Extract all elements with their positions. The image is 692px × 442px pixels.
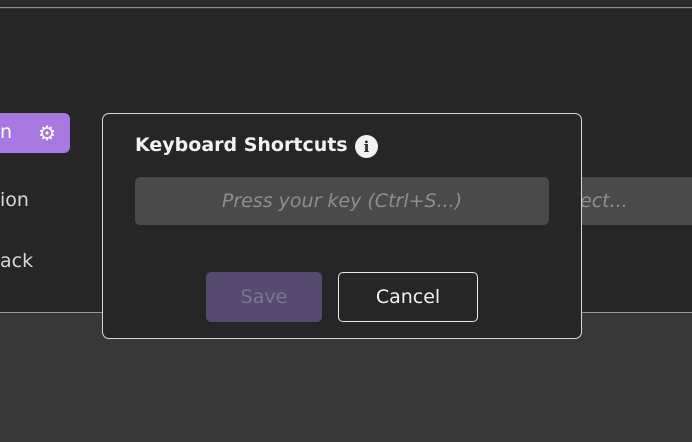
dialog-title: Keyboard Shortcuts bbox=[135, 134, 348, 156]
save-button[interactable]: Save bbox=[206, 272, 322, 322]
background-item-2[interactable]: ack bbox=[0, 250, 33, 272]
background-action-label: n bbox=[0, 121, 13, 143]
gear-icon: ⚙ bbox=[38, 121, 56, 145]
info-icon-glyph: i bbox=[363, 137, 370, 156]
background-action-button[interactable]: n ⚙ bbox=[0, 113, 70, 153]
info-icon[interactable]: i bbox=[355, 135, 378, 158]
background-item-1[interactable]: ion bbox=[0, 189, 29, 211]
top-strip bbox=[0, 0, 692, 8]
keyboard-shortcuts-dialog: Keyboard Shortcuts i Save Cancel bbox=[102, 113, 582, 339]
background-select-placeholder: ect... bbox=[580, 190, 628, 212]
shortcut-key-input[interactable] bbox=[135, 177, 549, 225]
cancel-button[interactable]: Cancel bbox=[338, 272, 478, 322]
